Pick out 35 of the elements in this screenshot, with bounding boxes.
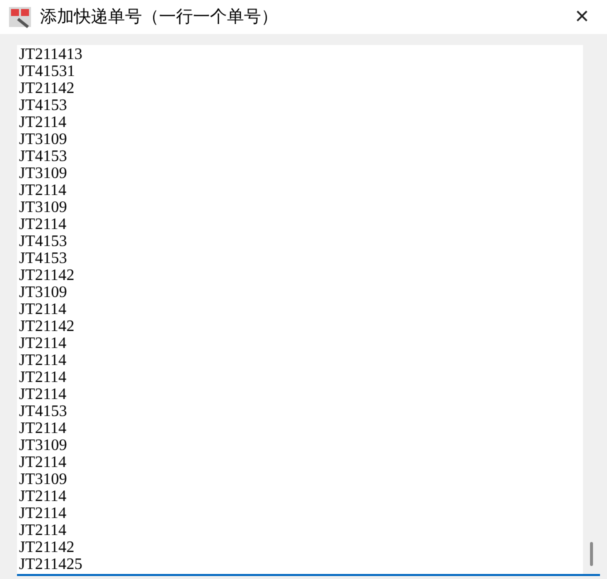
tracking-number: JT2114 <box>19 488 66 505</box>
tracking-number: JT2114 <box>19 352 66 369</box>
tracking-number: JT3109 <box>19 131 67 148</box>
tracking-number: JT2114 <box>19 335 66 352</box>
tracking-number: JT2114 <box>19 301 66 318</box>
app-icon <box>8 5 32 29</box>
tracking-number: JT2114 <box>19 369 66 386</box>
tracking-number: JT2114 <box>19 505 66 522</box>
tracking-number: JT2114 <box>19 386 66 403</box>
tracking-number: JT3109 <box>19 165 67 182</box>
tracking-number: JT2114 <box>19 420 66 437</box>
tracking-number: JT2114 <box>19 216 66 233</box>
tracking-number: JT3109 <box>19 437 67 454</box>
tracking-number: JT211413 <box>19 46 82 63</box>
text-area[interactable] <box>17 45 600 576</box>
tracking-number: JT4153 <box>19 148 67 165</box>
tracking-number: JT41531 <box>19 63 75 80</box>
tracking-number: JT21142 <box>19 539 74 556</box>
tracking-number: JT3109 <box>19 284 67 301</box>
tracking-number: JT4153 <box>19 233 67 250</box>
tracking-number: JT2114 <box>19 182 66 199</box>
tracking-number: JT3109 <box>19 471 67 488</box>
window-title: 添加快递单号（一行一个单号） <box>40 6 278 28</box>
tracking-number: JT21142 <box>19 318 74 335</box>
tracking-number: JT3109 <box>19 199 67 216</box>
close-button[interactable]: × <box>567 2 597 32</box>
tracking-number: JT2114 <box>19 454 66 471</box>
tracking-number: JT2114 <box>19 114 66 131</box>
tracking-number: JT4153 <box>19 97 67 114</box>
tracking-number: JT2114 <box>19 522 66 539</box>
tracking-number: JT4153 <box>19 250 67 267</box>
tracking-number: JT211425 <box>19 556 82 573</box>
tracking-number: JT21142 <box>19 267 74 284</box>
tracking-number: JT21142 <box>19 80 74 97</box>
tracking-number: JT4153 <box>19 403 67 420</box>
